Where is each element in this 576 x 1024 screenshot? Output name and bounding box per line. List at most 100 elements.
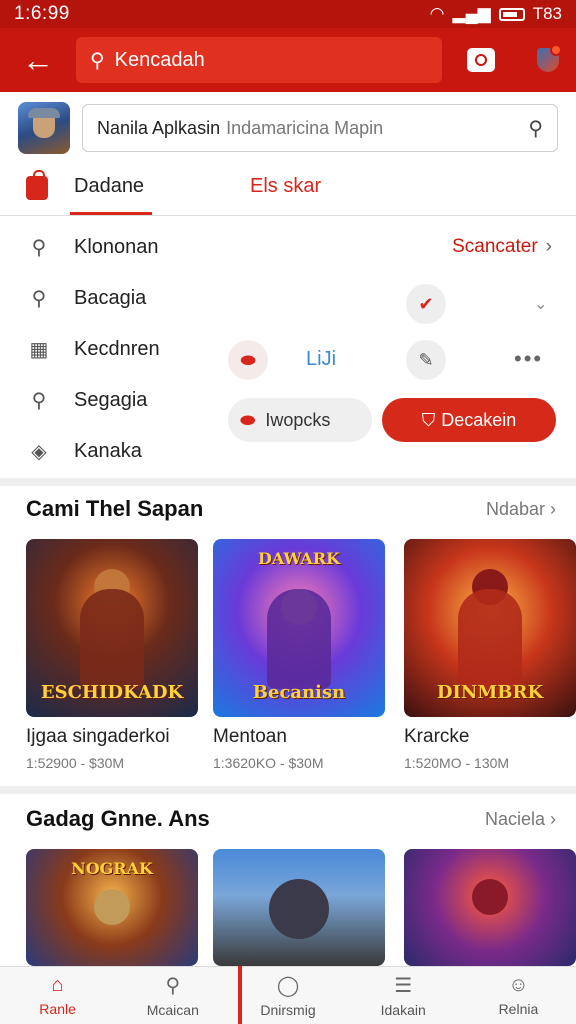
menu-item-bacagia[interactable]: ⚲ Bacagia — [0, 273, 230, 324]
mask-icon: ◈ — [31, 441, 47, 463]
tab-dadane[interactable]: Dadane — [74, 175, 144, 198]
nav-label: Dnirsmig — [260, 1002, 316, 1018]
card-banner-text: Becanisn — [252, 682, 346, 703]
search-icon[interactable]: ⚲ — [528, 116, 543, 141]
card-art — [94, 889, 130, 925]
chevron-right-icon: › — [545, 236, 552, 257]
section1-title: Cami Thel Sapan — [26, 496, 204, 521]
menu-item-segagia[interactable]: ⚲ Segagia — [0, 375, 230, 426]
search-icon: ⚲ — [31, 288, 47, 310]
check-icon: ✔ — [418, 293, 434, 314]
tag-icon: ⬬ — [240, 409, 256, 430]
menu-item-label: Kecdnren — [74, 338, 160, 360]
back-arrow-icon[interactable]: ← — [0, 28, 76, 92]
primary-button-label: Decakein — [441, 409, 517, 430]
card-art — [80, 589, 144, 689]
app-search-placeholder: Indamaricina Mapin — [226, 117, 384, 138]
more-icon[interactable]: ••• — [514, 346, 543, 372]
home-icon: ⌂ — [51, 974, 64, 996]
small-label: LiJi — [306, 348, 337, 370]
tab-els-skar[interactable]: Els skar — [250, 175, 321, 198]
battery-icon — [498, 7, 525, 21]
menu-item-label: Klononan — [74, 236, 159, 258]
check-action-button[interactable]: ✔ — [406, 284, 446, 324]
camera-icon — [467, 48, 495, 72]
person-icon: ☺ — [508, 974, 529, 996]
nav-search[interactable]: ⚲ Mcaican — [115, 967, 230, 1024]
nav-chat[interactable]: ◯ Dnirsmig — [230, 967, 345, 1024]
status-bar: 1:6:99 ◠ ▂▄▆ T83 — [0, 0, 576, 28]
bag-icon — [26, 170, 48, 200]
card-top-text: DAWARK — [257, 549, 341, 568]
nav-label: Ranle — [39, 1001, 76, 1017]
game-card-5[interactable] — [213, 849, 385, 966]
search-icon: ⚲ — [31, 237, 47, 259]
menu-item-klononan[interactable]: ⚲ Klononan — [0, 222, 230, 273]
card-art — [472, 879, 508, 915]
chevron-icon[interactable]: ⌄ — [534, 294, 547, 314]
menu-item-kecdnren[interactable]: ▦ Kecdnren — [0, 324, 230, 375]
chat-icon: ◯ — [276, 975, 300, 997]
bottom-nav: ⌂ Ranle ⚲ Mcaican ◯ Dnirsmig ☰ Idakain ☺… — [0, 966, 576, 1024]
active-tab-indicator — [70, 212, 152, 215]
menu-item-kanaka[interactable]: ◈ Kanaka — [0, 426, 230, 477]
app-search-input[interactable]: Nanila Aplkasin Indamaricina Mapin ⚲ — [82, 104, 558, 152]
app-row: Nanila Aplkasin Indamaricina Mapin ⚲ — [0, 92, 576, 164]
section1-more-label: Ndabar — [485, 499, 545, 519]
app-avatar[interactable] — [18, 102, 70, 154]
card-art — [269, 879, 329, 939]
wifi-icon: ◠ — [429, 4, 445, 23]
shield-icon: ⛉ — [421, 409, 436, 430]
nav-home[interactable]: ⌂ Ranle — [0, 967, 115, 1024]
signal-icon: ▂▄▆ — [452, 4, 491, 23]
camera-button[interactable] — [442, 48, 520, 72]
section2-more-label: Naciela — [484, 809, 545, 829]
edit-action-button[interactable]: ✎ — [406, 340, 446, 380]
tab-bar: Dadane Els skar — [0, 164, 576, 216]
game-name-3[interactable]: Krarcke — [404, 726, 469, 748]
section-divider — [0, 786, 576, 794]
section2-more-link[interactable]: Naciela › — [485, 809, 556, 830]
menu-item-label: Segagia — [74, 389, 148, 411]
tag-icon: ⬬ — [240, 349, 256, 370]
nav-accent-bar — [238, 966, 242, 1024]
game-meta-1: 1:52900 - $30M — [26, 755, 125, 771]
secondary-button[interactable]: ⬬ Iwopcks — [228, 398, 372, 442]
nav-list[interactable]: ☰ Idakain — [346, 967, 461, 1024]
game-card-2[interactable]: DAWARK Becanisn — [213, 539, 385, 717]
game-meta-2: 1:3620KO - $30M — [213, 755, 324, 771]
top-search-bar[interactable]: ⚲ Kencadah — [76, 37, 442, 83]
pencil-icon: ✎ — [418, 349, 434, 370]
search-icon: ⚲ — [31, 390, 47, 412]
scancater-label: Scancater — [452, 236, 538, 257]
card-top-text: NOGRAK — [71, 859, 153, 878]
section-divider — [0, 478, 576, 486]
menu-list: ⚲ Klononan ⚲ Bacagia ▦ Kecdnren ⚲ Segagi… — [0, 222, 230, 477]
game-card-4[interactable]: NOGRAK — [26, 849, 198, 966]
section2-title: Gadag Gnne. Ans — [26, 806, 210, 831]
primary-button[interactable]: ⛉ Decakein — [382, 398, 556, 442]
card-art — [267, 589, 331, 689]
search-icon: ⚲ — [90, 49, 105, 72]
nav-profile[interactable]: ☺ Relnia — [461, 967, 576, 1024]
top-search-text: Kencadah — [114, 48, 205, 71]
card-banner-text: ESCHIDKADK — [40, 682, 184, 703]
game-meta-3: 1:520MO - 130M — [404, 755, 510, 771]
game-card-6[interactable] — [404, 849, 576, 966]
nav-label: Relnia — [498, 1001, 539, 1017]
secondary-button-label: Iwopcks — [265, 409, 331, 430]
app-search-label: Nanila Aplkasin — [97, 117, 221, 138]
card-art — [458, 589, 522, 689]
game-name-2[interactable]: Mentoan — [213, 726, 287, 748]
game-card-1[interactable]: ESCHIDKADK — [26, 539, 198, 717]
profile-badge-button[interactable] — [520, 44, 576, 72]
notification-dot — [550, 44, 562, 56]
game-name-1[interactable]: Ijgaa singaderkoi — [26, 726, 170, 748]
calendar-icon: ▦ — [29, 339, 49, 361]
section1-more-link[interactable]: Ndabar › — [486, 499, 556, 520]
menu-item-label: Bacagia — [74, 287, 147, 309]
game-card-3[interactable]: DINMBRK — [404, 539, 576, 717]
tag-action-button[interactable]: ⬬ — [228, 340, 268, 380]
scancater-link[interactable]: Scancater › — [452, 236, 552, 258]
status-right-text: T83 — [532, 4, 562, 23]
